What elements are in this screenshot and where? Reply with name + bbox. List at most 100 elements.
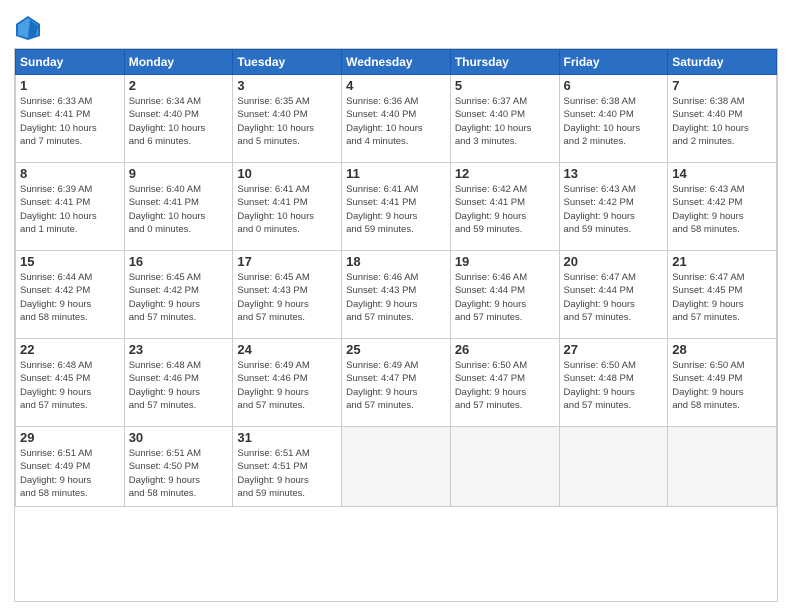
calendar-day-cell: 23 Sunrise: 6:48 AM Sunset: 4:46 PM Dayli… bbox=[124, 339, 233, 427]
day-info: Sunrise: 6:48 AM Sunset: 4:46 PM Dayligh… bbox=[129, 359, 229, 412]
day-number: 31 bbox=[237, 430, 337, 445]
calendar-day-cell bbox=[342, 427, 451, 507]
page-container: SundayMondayTuesdayWednesdayThursdayFrid… bbox=[0, 0, 792, 612]
day-info: Sunrise: 6:50 AM Sunset: 4:48 PM Dayligh… bbox=[564, 359, 664, 412]
day-info: Sunrise: 6:43 AM Sunset: 4:42 PM Dayligh… bbox=[672, 183, 772, 236]
calendar-day-cell: 12Sunrise: 6:42 AM Sunset: 4:41 PM Dayli… bbox=[450, 163, 559, 251]
day-info: Sunrise: 6:47 AM Sunset: 4:44 PM Dayligh… bbox=[564, 271, 664, 324]
calendar-header: SundayMondayTuesdayWednesdayThursdayFrid… bbox=[16, 50, 777, 75]
calendar-week-row: 8 Sunrise: 6:39 AM Sunset: 4:41 PM Daylig… bbox=[16, 163, 777, 251]
calendar-day-cell: 5Sunrise: 6:37 AM Sunset: 4:40 PM Daylig… bbox=[450, 75, 559, 163]
day-number: 3 bbox=[237, 78, 337, 93]
calendar-day-cell: 30Sunrise: 6:51 AM Sunset: 4:50 PM Dayli… bbox=[124, 427, 233, 507]
day-number: 26 bbox=[455, 342, 555, 357]
day-number: 28 bbox=[672, 342, 772, 357]
day-info: Sunrise: 6:41 AM Sunset: 4:41 PM Dayligh… bbox=[346, 183, 446, 236]
day-number: 24 bbox=[237, 342, 337, 357]
calendar-week-row: 15Sunrise: 6:44 AM Sunset: 4:42 PM Dayli… bbox=[16, 251, 777, 339]
day-number: 7 bbox=[672, 78, 772, 93]
calendar-day-cell: 20 Sunrise: 6:47 AM Sunset: 4:44 PM Dayli… bbox=[559, 251, 668, 339]
calendar-day-cell: 10 Sunrise: 6:41 AM Sunset: 4:41 PM Dayli… bbox=[233, 163, 342, 251]
day-number: 22 bbox=[20, 342, 120, 357]
calendar-day-cell: 29Sunrise: 6:51 AM Sunset: 4:49 PM Dayli… bbox=[16, 427, 125, 507]
day-number: 25 bbox=[346, 342, 446, 357]
day-number: 29 bbox=[20, 430, 120, 445]
day-info: Sunrise: 6:38 AM Sunset: 4:40 PM Dayligh… bbox=[564, 95, 664, 148]
logo-icon bbox=[14, 14, 42, 42]
calendar-day-cell: 17 Sunrise: 6:45 AM Sunset: 4:43 PM Dayli… bbox=[233, 251, 342, 339]
day-info: Sunrise: 6:36 AM Sunset: 4:40 PM Dayligh… bbox=[346, 95, 446, 148]
calendar-day-cell: 6 Sunrise: 6:38 AM Sunset: 4:40 PM Daylig… bbox=[559, 75, 668, 163]
calendar-day-cell: 31 Sunrise: 6:51 AM Sunset: 4:51 PM Dayli… bbox=[233, 427, 342, 507]
day-number: 11 bbox=[346, 166, 446, 181]
day-number: 27 bbox=[564, 342, 664, 357]
calendar-day-cell: 16 Sunrise: 6:45 AM Sunset: 4:42 PM Dayli… bbox=[124, 251, 233, 339]
day-number: 13 bbox=[564, 166, 664, 181]
day-number: 17 bbox=[237, 254, 337, 269]
day-info: Sunrise: 6:41 AM Sunset: 4:41 PM Dayligh… bbox=[237, 183, 337, 236]
day-number: 4 bbox=[346, 78, 446, 93]
day-info: Sunrise: 6:49 AM Sunset: 4:46 PM Dayligh… bbox=[237, 359, 337, 412]
day-number: 21 bbox=[672, 254, 772, 269]
day-info: Sunrise: 6:34 AM Sunset: 4:40 PM Dayligh… bbox=[129, 95, 229, 148]
calendar: SundayMondayTuesdayWednesdayThursdayFrid… bbox=[14, 48, 778, 602]
day-info: Sunrise: 6:45 AM Sunset: 4:42 PM Dayligh… bbox=[129, 271, 229, 324]
day-of-week-header: Saturday bbox=[668, 50, 777, 75]
calendar-table: SundayMondayTuesdayWednesdayThursdayFrid… bbox=[15, 49, 777, 507]
day-number: 8 bbox=[20, 166, 120, 181]
day-info: Sunrise: 6:42 AM Sunset: 4:41 PM Dayligh… bbox=[455, 183, 555, 236]
calendar-day-cell: 9 Sunrise: 6:40 AM Sunset: 4:41 PM Daylig… bbox=[124, 163, 233, 251]
day-of-week-header: Monday bbox=[124, 50, 233, 75]
logo bbox=[14, 14, 46, 42]
calendar-day-cell: 25 Sunrise: 6:49 AM Sunset: 4:47 PM Dayli… bbox=[342, 339, 451, 427]
calendar-day-cell: 13 Sunrise: 6:43 AM Sunset: 4:42 PM Dayli… bbox=[559, 163, 668, 251]
calendar-day-cell: 19 Sunrise: 6:46 AM Sunset: 4:44 PM Dayli… bbox=[450, 251, 559, 339]
calendar-body: 1Sunrise: 6:33 AM Sunset: 4:41 PM Daylig… bbox=[16, 75, 777, 507]
calendar-day-cell: 22Sunrise: 6:48 AM Sunset: 4:45 PM Dayli… bbox=[16, 339, 125, 427]
day-of-week-header: Tuesday bbox=[233, 50, 342, 75]
header bbox=[14, 10, 778, 42]
day-of-week-header: Sunday bbox=[16, 50, 125, 75]
calendar-week-row: 29Sunrise: 6:51 AM Sunset: 4:49 PM Dayli… bbox=[16, 427, 777, 507]
day-info: Sunrise: 6:39 AM Sunset: 4:41 PM Dayligh… bbox=[20, 183, 120, 236]
day-info: Sunrise: 6:46 AM Sunset: 4:43 PM Dayligh… bbox=[346, 271, 446, 324]
day-info: Sunrise: 6:46 AM Sunset: 4:44 PM Dayligh… bbox=[455, 271, 555, 324]
day-number: 6 bbox=[564, 78, 664, 93]
calendar-week-row: 1Sunrise: 6:33 AM Sunset: 4:41 PM Daylig… bbox=[16, 75, 777, 163]
calendar-day-cell: 7Sunrise: 6:38 AM Sunset: 4:40 PM Daylig… bbox=[668, 75, 777, 163]
calendar-day-cell: 27 Sunrise: 6:50 AM Sunset: 4:48 PM Dayli… bbox=[559, 339, 668, 427]
day-info: Sunrise: 6:45 AM Sunset: 4:43 PM Dayligh… bbox=[237, 271, 337, 324]
calendar-day-cell: 24 Sunrise: 6:49 AM Sunset: 4:46 PM Dayli… bbox=[233, 339, 342, 427]
day-number: 18 bbox=[346, 254, 446, 269]
day-of-week-header: Friday bbox=[559, 50, 668, 75]
calendar-day-cell: 8 Sunrise: 6:39 AM Sunset: 4:41 PM Daylig… bbox=[16, 163, 125, 251]
calendar-day-cell: 28Sunrise: 6:50 AM Sunset: 4:49 PM Dayli… bbox=[668, 339, 777, 427]
calendar-day-cell: 21 Sunrise: 6:47 AM Sunset: 4:45 PM Dayli… bbox=[668, 251, 777, 339]
calendar-week-row: 22Sunrise: 6:48 AM Sunset: 4:45 PM Dayli… bbox=[16, 339, 777, 427]
day-number: 10 bbox=[237, 166, 337, 181]
calendar-day-cell: 1Sunrise: 6:33 AM Sunset: 4:41 PM Daylig… bbox=[16, 75, 125, 163]
day-info: Sunrise: 6:44 AM Sunset: 4:42 PM Dayligh… bbox=[20, 271, 120, 324]
day-info: Sunrise: 6:43 AM Sunset: 4:42 PM Dayligh… bbox=[564, 183, 664, 236]
day-info: Sunrise: 6:40 AM Sunset: 4:41 PM Dayligh… bbox=[129, 183, 229, 236]
day-info: Sunrise: 6:47 AM Sunset: 4:45 PM Dayligh… bbox=[672, 271, 772, 324]
day-number: 20 bbox=[564, 254, 664, 269]
day-info: Sunrise: 6:51 AM Sunset: 4:51 PM Dayligh… bbox=[237, 447, 337, 500]
calendar-day-cell: 11 Sunrise: 6:41 AM Sunset: 4:41 PM Dayli… bbox=[342, 163, 451, 251]
day-number: 9 bbox=[129, 166, 229, 181]
calendar-day-cell bbox=[668, 427, 777, 507]
day-number: 14 bbox=[672, 166, 772, 181]
day-number: 23 bbox=[129, 342, 229, 357]
day-number: 16 bbox=[129, 254, 229, 269]
day-info: Sunrise: 6:49 AM Sunset: 4:47 PM Dayligh… bbox=[346, 359, 446, 412]
day-info: Sunrise: 6:50 AM Sunset: 4:47 PM Dayligh… bbox=[455, 359, 555, 412]
day-number: 19 bbox=[455, 254, 555, 269]
day-number: 1 bbox=[20, 78, 120, 93]
calendar-day-cell: 18 Sunrise: 6:46 AM Sunset: 4:43 PM Dayli… bbox=[342, 251, 451, 339]
calendar-day-cell: 3 Sunrise: 6:35 AM Sunset: 4:40 PM Daylig… bbox=[233, 75, 342, 163]
calendar-day-cell: 2Sunrise: 6:34 AM Sunset: 4:40 PM Daylig… bbox=[124, 75, 233, 163]
day-of-week-header: Wednesday bbox=[342, 50, 451, 75]
day-info: Sunrise: 6:35 AM Sunset: 4:40 PM Dayligh… bbox=[237, 95, 337, 148]
day-info: Sunrise: 6:51 AM Sunset: 4:50 PM Dayligh… bbox=[129, 447, 229, 500]
calendar-day-cell bbox=[559, 427, 668, 507]
